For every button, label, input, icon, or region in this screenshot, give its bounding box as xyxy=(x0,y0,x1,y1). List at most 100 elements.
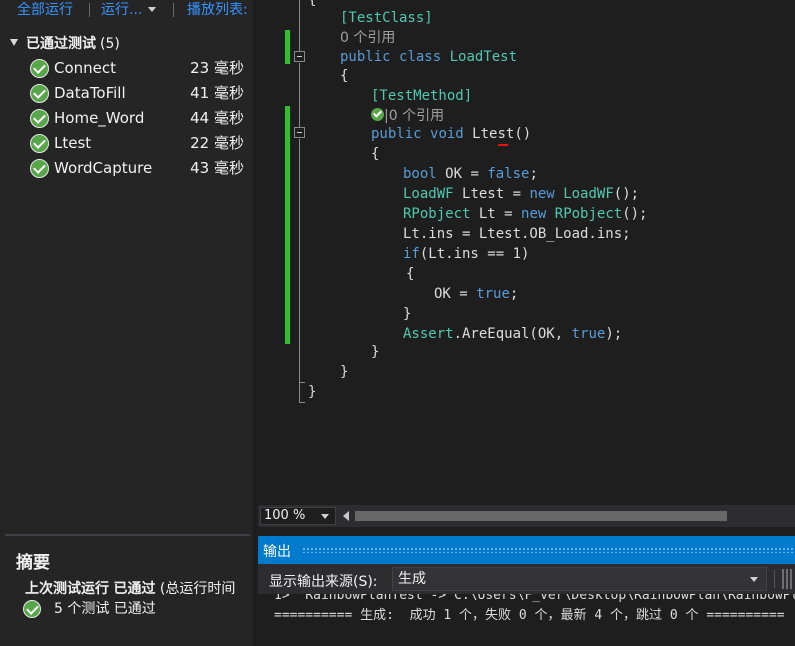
passed-check-icon xyxy=(30,84,49,103)
keyword: if xyxy=(403,246,420,262)
code-line: } xyxy=(403,306,412,322)
passed-check-icon xyxy=(30,59,49,78)
collapse-triangle-icon[interactable] xyxy=(10,39,18,46)
code-line: bool OK = false; xyxy=(403,164,538,184)
test-name: Connect xyxy=(54,59,117,77)
type-name: RPobject xyxy=(554,206,623,222)
toolbar-overflow-icon[interactable] xyxy=(782,569,794,589)
passed-count-text: 5 个测试 已通过 xyxy=(54,601,156,617)
code-line: { xyxy=(308,0,317,8)
class-name: LoadTest xyxy=(449,49,518,65)
code-line: if(Lt.ins == 1) xyxy=(403,244,529,264)
last-run-line: 上次测试运行 已通过 (总运行时间 xyxy=(25,578,235,598)
test-passed-icon xyxy=(371,108,384,121)
output-text-area[interactable]: 1> RainbowPlanTest -> C:\Users\F_ver\Des… xyxy=(258,594,795,646)
method-signature: Ltest() xyxy=(472,126,532,142)
code-line-class-decl: public class LoadTest xyxy=(340,47,517,67)
code-editor[interactable]: { [TestClass] 0 个引用 public class LoadTes… xyxy=(258,0,795,505)
type-name: RPobject xyxy=(403,206,471,222)
keyword: public xyxy=(371,126,422,142)
zoom-value: 100 % xyxy=(264,508,306,523)
code-text: { [TestClass] 0 个引用 public class LoadTes… xyxy=(258,0,648,400)
outline-end xyxy=(299,402,305,403)
output-toolbar: 显示输出来源(S): 生成 xyxy=(258,564,795,594)
code-line: Assert.AreEqual(OK, true); xyxy=(403,324,622,344)
test-explorer-panel: 全部运行 运行... 播放列表: 已通过测试 (5) Connect 23 毫秒 … xyxy=(0,0,253,646)
chevron-down-icon xyxy=(148,6,157,12)
code-line: { xyxy=(406,266,415,282)
code-line: } xyxy=(371,344,380,360)
chevron-down-icon xyxy=(321,514,329,519)
code-line: { xyxy=(340,68,349,84)
chevron-down-icon xyxy=(750,577,758,582)
test-duration: 43 毫秒 xyxy=(190,159,244,177)
code-line: { xyxy=(371,146,380,162)
passed-check-icon xyxy=(23,600,41,618)
code-text-segment: ); xyxy=(605,326,623,342)
keyword: false xyxy=(487,166,530,182)
test-duration: 41 毫秒 xyxy=(190,84,244,102)
code-attribute: [TestMethod] xyxy=(371,88,473,104)
test-name: Home_Word xyxy=(54,109,145,127)
passed-summary[interactable]: 5 个测试 已通过 xyxy=(23,599,243,619)
codelens-references[interactable]: 0 个引用 xyxy=(340,28,395,48)
code-line: Lt.ins = Ltest.OB_Load.ins; xyxy=(403,226,631,242)
keyword: class xyxy=(399,49,442,65)
code-line: LoadWF Ltest = new LoadWF(); xyxy=(403,184,639,204)
output-panel: 输出 显示输出来源(S): 生成 1> RainbowPlanTest -> C… xyxy=(258,536,795,646)
code-text-segment: Lt = xyxy=(478,206,522,222)
codelens-references[interactable]: |0 个引用 xyxy=(371,106,444,126)
test-duration: 22 毫秒 xyxy=(190,134,244,152)
type-name: LoadWF xyxy=(563,186,614,202)
output-title: 输出 xyxy=(263,544,291,560)
code-text-segment: .AreEqual(OK, xyxy=(453,326,572,342)
test-row-ltest[interactable]: Ltest 22 毫秒 xyxy=(28,131,250,156)
group-label: 已通过测试 xyxy=(26,36,96,52)
title-bar-grip xyxy=(302,547,795,553)
code-line: } xyxy=(340,364,349,380)
code-text-segment: OK = xyxy=(434,286,477,302)
test-row-connect[interactable]: Connect 23 毫秒 xyxy=(28,56,250,81)
passed-tests-group[interactable]: 已通过测试 (5) xyxy=(10,34,120,54)
code-attribute: [TestClass] xyxy=(340,10,433,26)
passed-check-icon xyxy=(30,134,49,153)
summary-title: 摘要 xyxy=(16,553,50,573)
last-run-status: 已通过 xyxy=(113,581,156,597)
scroll-left-arrow-icon[interactable] xyxy=(343,511,349,521)
output-title-bar[interactable]: 输出 xyxy=(258,536,795,564)
keyword: new xyxy=(529,186,555,202)
last-run-label: 上次测试运行 xyxy=(25,581,109,597)
editor-status-bar: 100 % xyxy=(258,505,795,527)
keyword: void xyxy=(430,126,464,142)
code-text-segment: ; xyxy=(509,286,519,302)
horizontal-scrollbar-thumb[interactable] xyxy=(355,511,727,521)
keyword: true xyxy=(571,326,606,342)
test-row-datatofill[interactable]: DataToFill 41 毫秒 xyxy=(28,81,250,106)
keyword: bool xyxy=(403,166,437,182)
zoom-dropdown[interactable]: 100 % xyxy=(260,507,336,525)
playlist-dropdown[interactable]: 播放列表: xyxy=(187,0,248,20)
run-dropdown[interactable]: 运行... xyxy=(101,0,157,20)
collapse-box-icon[interactable] xyxy=(294,51,305,62)
test-name: DataToFill xyxy=(54,84,126,102)
keyword: new xyxy=(521,206,547,222)
outline-line xyxy=(299,63,300,127)
outline-line xyxy=(299,139,300,403)
output-source-select[interactable]: 生成 xyxy=(392,567,767,591)
collapse-box-icon[interactable] xyxy=(294,127,305,138)
last-run-duration: (总运行时间 xyxy=(159,581,236,597)
references-text: |0 个引用 xyxy=(384,108,445,124)
group-count: (5) xyxy=(100,36,120,52)
keyword: true xyxy=(476,286,510,302)
output-source-value: 生成 xyxy=(398,571,426,587)
toolbar-separator xyxy=(774,570,775,588)
test-name: WordCapture xyxy=(54,159,153,177)
run-all-link[interactable]: 全部运行 xyxy=(17,0,73,20)
output-source-label: 显示输出来源(S): xyxy=(269,574,378,590)
output-line: 1> RainbowPlanTest -> C:\Users\F_ver\Des… xyxy=(274,594,795,603)
type-name: LoadWF xyxy=(403,186,454,202)
error-squiggle xyxy=(498,144,508,146)
code-text-segment: (Lt.ins == 1) xyxy=(419,246,530,262)
test-row-wordcapture[interactable]: WordCapture 43 毫秒 xyxy=(28,156,250,181)
test-row-home-word[interactable]: Home_Word 44 毫秒 xyxy=(28,106,250,131)
